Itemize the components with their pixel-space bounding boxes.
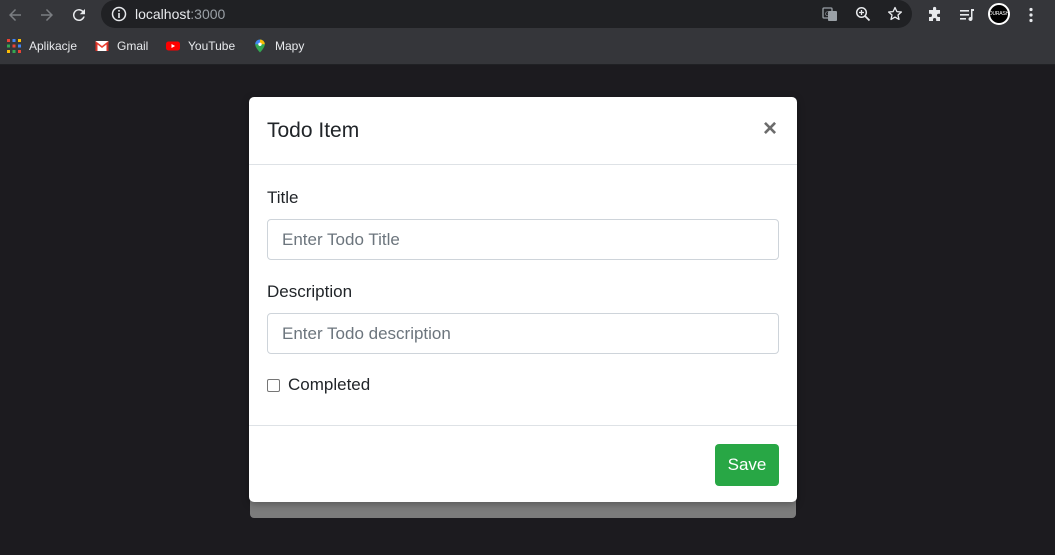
- back-button[interactable]: [4, 4, 26, 26]
- gmail-icon: [95, 41, 109, 51]
- title-label: Title: [267, 188, 299, 207]
- translate-icon[interactable]: G: [822, 6, 838, 22]
- browser-toolbar: localhost:3000 G DURASH: [0, 0, 1055, 29]
- profile-avatar[interactable]: DURASH: [988, 3, 1010, 25]
- page-content: Todo Item × Title Description Completed …: [0, 65, 1055, 555]
- arrow-left-icon: [9, 9, 21, 21]
- modal-title: Todo Item: [267, 119, 360, 142]
- bookmark-label: Mapy: [275, 39, 305, 53]
- extensions-puzzle-icon[interactable]: [926, 6, 944, 24]
- bookmark-apps[interactable]: Aplikacje: [7, 37, 77, 55]
- media-queue-icon[interactable]: [958, 6, 976, 24]
- completed-row: Completed: [267, 375, 370, 395]
- url-text: localhost:3000: [135, 6, 225, 22]
- bookmark-gmail[interactable]: Gmail: [95, 37, 148, 55]
- completed-label[interactable]: Completed: [288, 375, 370, 395]
- bookmark-label: Aplikacje: [29, 39, 78, 53]
- site-info-icon[interactable]: [111, 6, 127, 22]
- more-menu-icon[interactable]: [1022, 6, 1040, 24]
- svg-text:G: G: [825, 11, 830, 18]
- arrow-right-icon: [41, 9, 53, 21]
- save-button[interactable]: Save: [715, 444, 779, 486]
- description-input[interactable]: [267, 313, 779, 354]
- url-host: localhost: [135, 6, 191, 22]
- reload-icon: [72, 9, 85, 22]
- url-port: :3000: [190, 6, 226, 22]
- bookmark-youtube[interactable]: YouTube: [166, 37, 235, 55]
- bookmark-maps[interactable]: Mapy: [253, 37, 304, 55]
- description-label: Description: [267, 282, 353, 301]
- forward-button[interactable]: [36, 4, 58, 26]
- title-input[interactable]: [267, 219, 779, 260]
- todo-modal: Todo Item × Title Description Completed …: [249, 97, 797, 502]
- bookmark-label: Gmail: [117, 39, 149, 53]
- close-button[interactable]: ×: [759, 117, 781, 141]
- modal-header: Todo Item ×: [249, 97, 797, 165]
- apps-grid-icon: [7, 39, 21, 53]
- bookmark-star-icon[interactable]: [887, 6, 903, 22]
- zoom-icon[interactable]: [855, 6, 871, 22]
- maps-pin-icon: [255, 39, 265, 53]
- completed-checkbox[interactable]: [267, 378, 280, 392]
- bookmarks-bar: Aplikacje Gmail YouTube Mapy: [0, 29, 1055, 65]
- reload-button[interactable]: [68, 4, 90, 26]
- address-bar[interactable]: localhost:3000 G: [101, 0, 912, 28]
- modal-footer: Save: [249, 425, 797, 502]
- youtube-icon: [166, 41, 180, 51]
- bookmark-label: YouTube: [188, 39, 236, 53]
